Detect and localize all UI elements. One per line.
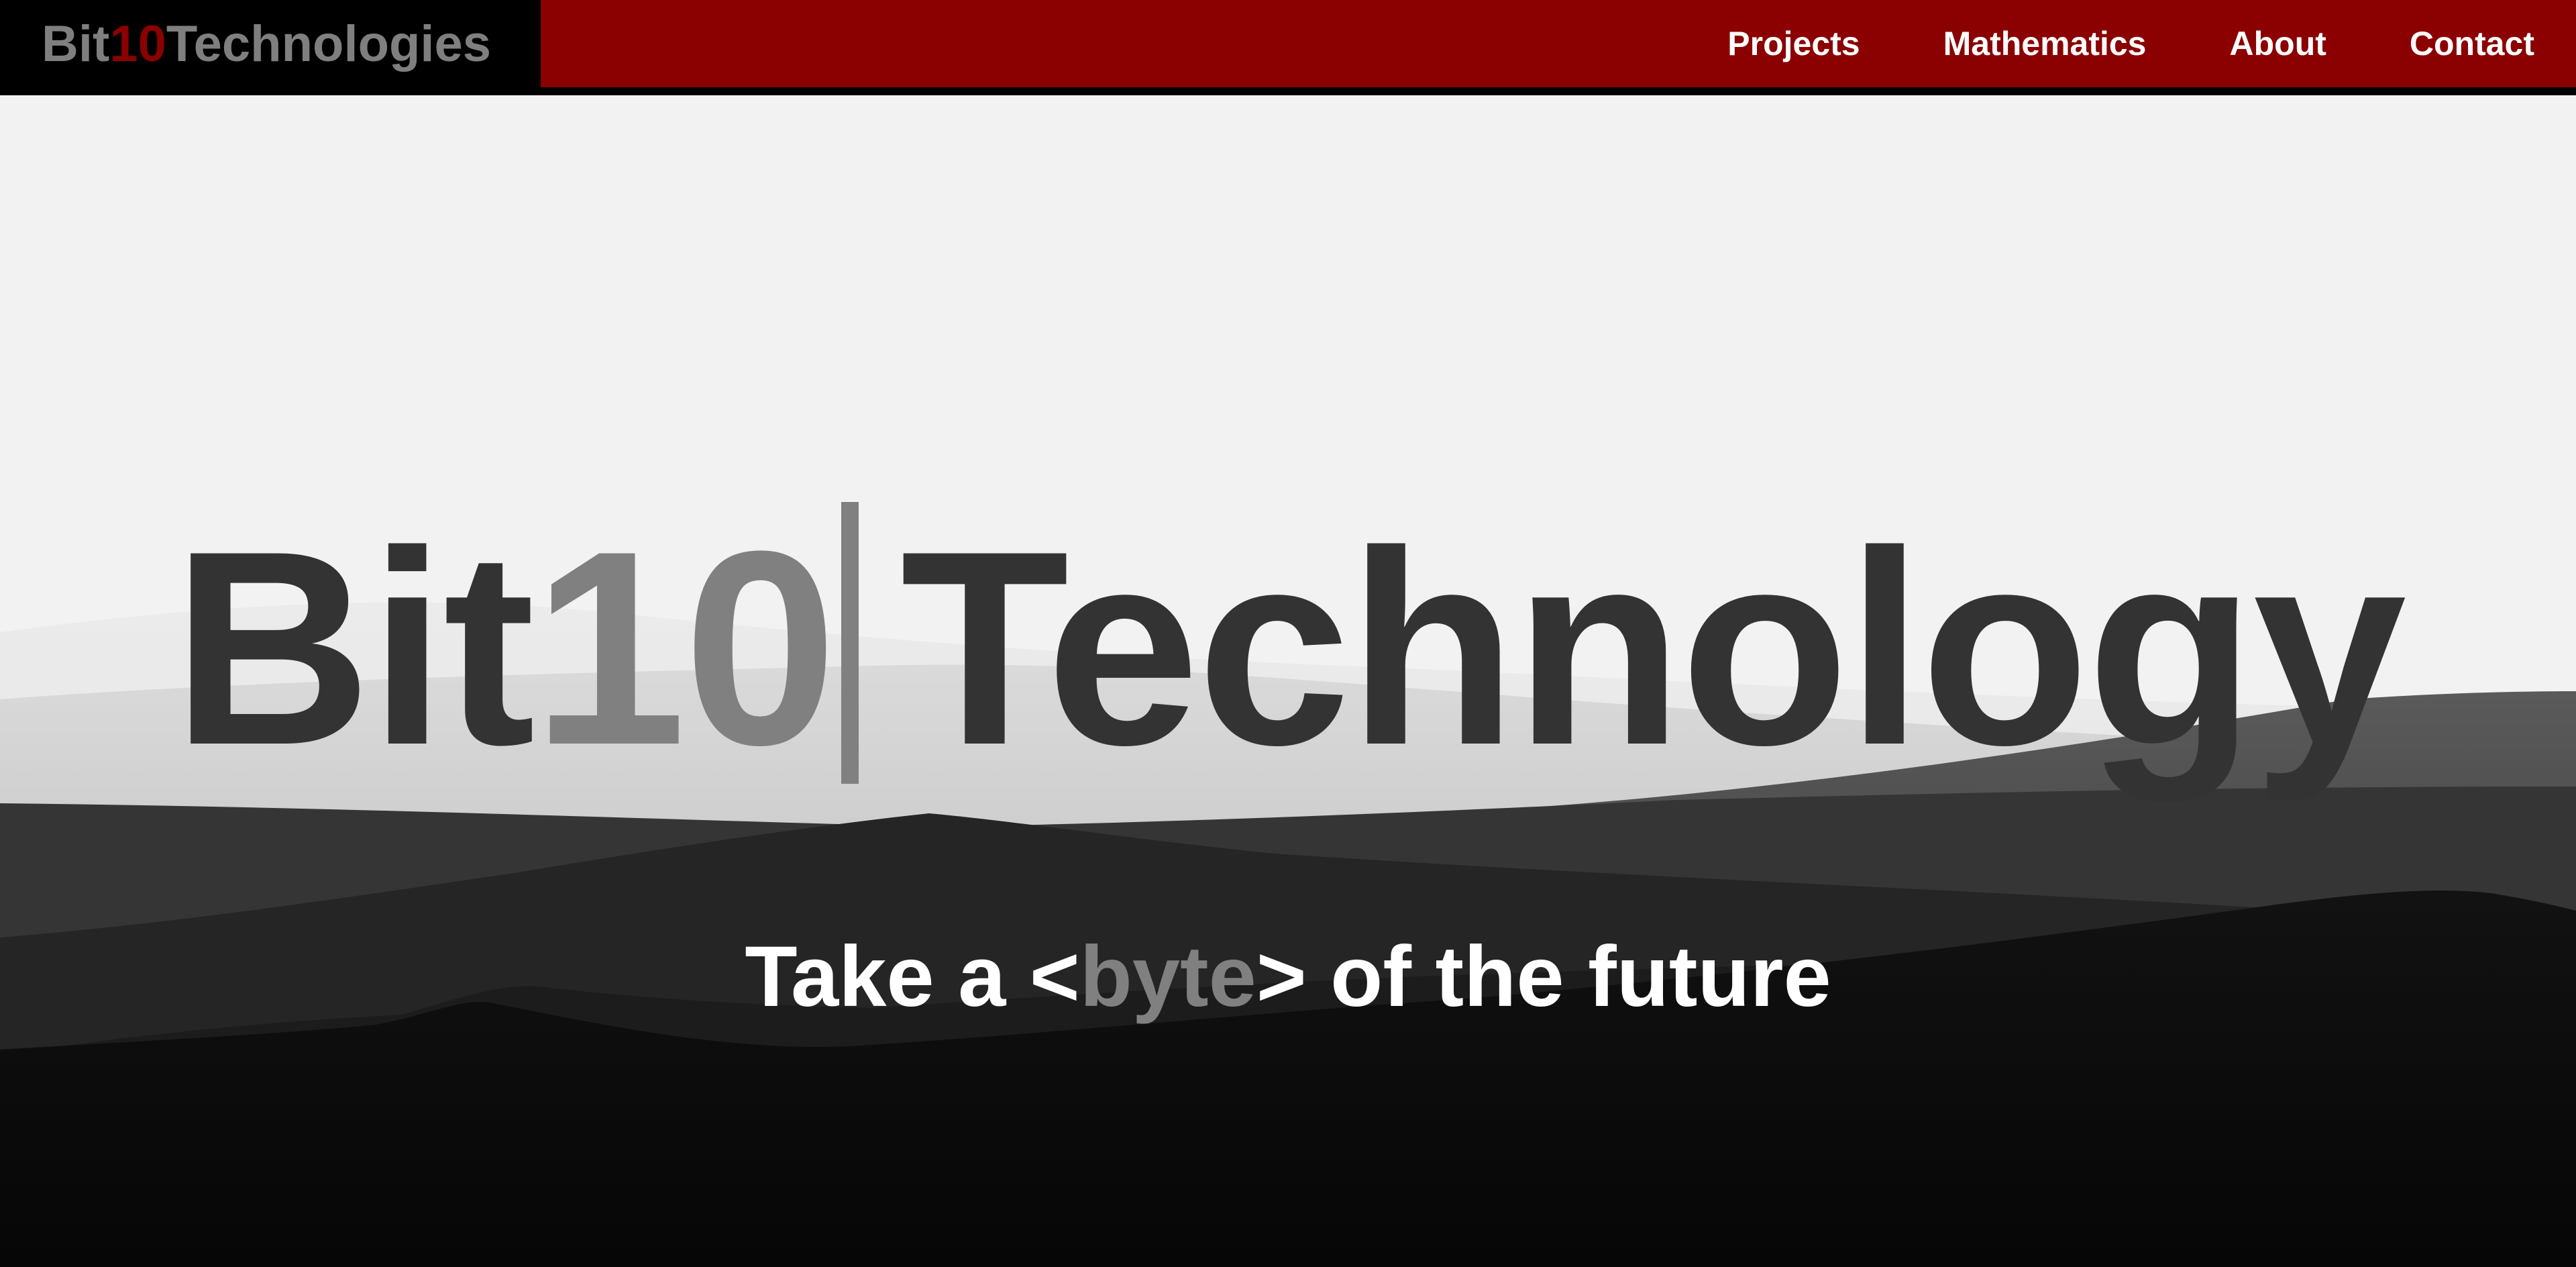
hero-section: Bit10 Technology Take a <byte> of the fut…: [0, 95, 2576, 1267]
brand-text-10: 10: [109, 15, 166, 72]
tagline-highlight-byte: byte: [1079, 929, 1256, 1025]
hero-tagline: Take a <byte> of the future: [0, 927, 2576, 1026]
brand-logo-link[interactable]: Bit 10 Technologies: [0, 0, 541, 87]
nav-link-projects[interactable]: Projects: [1727, 24, 1860, 63]
nav-link-contact[interactable]: Contact: [2410, 24, 2534, 63]
nav-link-mathematics[interactable]: Mathematics: [1943, 24, 2147, 63]
hero-title-bit: Bit: [172, 494, 535, 803]
hero-title: Bit10 Technology: [0, 502, 2576, 787]
brand-text-technologies: Technologies: [166, 15, 492, 72]
typing-cursor-bar: [841, 502, 859, 784]
nav-links: Projects Mathematics About Contact: [1727, 0, 2534, 87]
hero-title-technology: Technology: [900, 494, 2406, 803]
brand-text-bit: Bit: [42, 15, 110, 72]
tagline-prefix: Take a <: [745, 929, 1080, 1025]
tagline-suffix: > of the future: [1256, 929, 1831, 1025]
navbar: Bit 10 Technologies Projects Mathematics …: [0, 0, 2576, 95]
nav-link-about[interactable]: About: [2230, 24, 2326, 63]
hero-title-10: 10: [532, 494, 837, 803]
